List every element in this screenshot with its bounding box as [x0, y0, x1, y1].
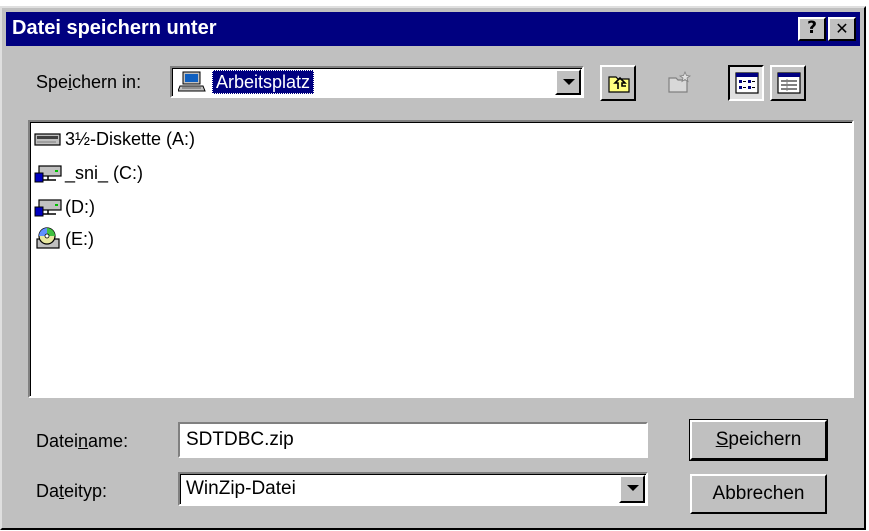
list-item[interactable]: (D:)	[34, 193, 95, 221]
new-folder-icon	[668, 70, 692, 93]
filename-field[interactable]: SDTDBC.zip	[178, 422, 648, 458]
details-view-button[interactable]	[770, 65, 806, 101]
close-button[interactable]: ✕	[828, 17, 856, 41]
up-one-level-button[interactable]	[600, 65, 636, 101]
list-item[interactable]: (E:)	[34, 225, 94, 253]
list-item-label: (D:)	[65, 196, 95, 217]
details-view-icon	[777, 72, 801, 94]
list-item-label: 3½-Diskette (A:)	[65, 128, 196, 149]
save-in-selection: Arbeitsplatz	[212, 70, 315, 94]
list-item-label: _sni_ (C:)	[65, 162, 144, 183]
filetype-label: Dateityp:	[36, 481, 108, 501]
save-in-dropdown-button[interactable]	[555, 69, 581, 95]
network-drive-icon	[34, 165, 62, 183]
filename-value: SDTDBC.zip	[186, 429, 294, 450]
computer-icon	[178, 71, 206, 92]
list-view-icon	[735, 72, 759, 94]
list-item[interactable]: _sni_ (C:)	[34, 159, 143, 187]
filename-label: Dateiname:	[36, 431, 129, 451]
floppy-drive-icon	[34, 133, 61, 146]
save-button[interactable]: Speichern	[689, 419, 828, 461]
file-list[interactable]: 3½-Diskette (A:) _sni_ (C:) (D:) (E:)	[28, 120, 854, 398]
new-folder-button[interactable]	[662, 65, 698, 101]
list-view-button[interactable]	[728, 65, 764, 101]
network-drive-icon	[34, 199, 62, 217]
save-in-value: Arbeitsplatz	[216, 72, 311, 92]
save-as-dialog: Datei speichern unter ? ✕ Speichern in: …	[0, 6, 866, 530]
filetype-combobox[interactable]: WinZip-Datei	[178, 472, 648, 506]
filetype-value: WinZip-Datei	[186, 478, 296, 499]
list-item-label: (E:)	[65, 228, 94, 249]
cd-drive-icon	[36, 227, 60, 249]
list-item[interactable]: 3½-Diskette (A:)	[34, 125, 195, 153]
save-in-label: Speichern in:	[36, 72, 142, 92]
dialog-title: Datei speichern unter	[12, 17, 217, 39]
cancel-button[interactable]: Abbrechen	[690, 474, 827, 514]
save-in-combobox[interactable]: Arbeitsplatz	[170, 66, 584, 98]
title-bar[interactable]: Datei speichern unter ? ✕	[6, 12, 860, 46]
help-button[interactable]: ?	[798, 17, 826, 41]
filetype-dropdown-button[interactable]	[619, 475, 645, 503]
folder-up-icon	[608, 76, 630, 93]
